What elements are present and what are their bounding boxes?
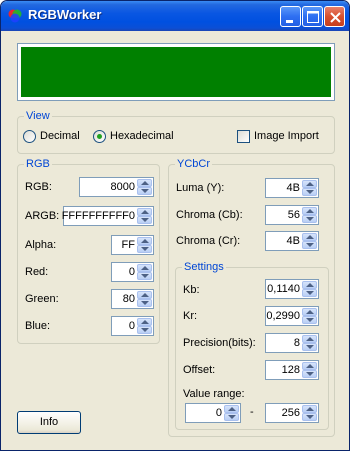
- rgb-label: RGB:: [25, 181, 52, 193]
- chroma-cb-up-arrow[interactable]: [302, 207, 317, 215]
- image-import-label[interactable]: Image Import: [254, 130, 319, 142]
- red-value: 0: [128, 266, 135, 278]
- chroma-cr-value: 4B: [286, 235, 300, 247]
- range-max-down-arrow[interactable]: [302, 413, 317, 421]
- view-group-label: View: [24, 110, 52, 122]
- kr-spinbox[interactable]: 0,2990: [265, 306, 319, 326]
- blue-up-arrow[interactable]: [137, 318, 152, 326]
- range-separator: -: [250, 406, 254, 418]
- precision-down-arrow[interactable]: [302, 343, 317, 351]
- blue-value: 0: [128, 320, 135, 332]
- value-range-label: Value range:: [183, 388, 245, 400]
- argb-spinbox[interactable]: FFFFFFFFFF0: [61, 206, 154, 226]
- chroma-cb-label: Chroma (Cb):: [176, 209, 243, 221]
- chroma-cr-label: Chroma (Cr):: [176, 235, 241, 247]
- decimal-radio-label[interactable]: Decimal: [40, 130, 80, 142]
- range-max-value: 256: [281, 407, 300, 419]
- red-spinbox[interactable]: 0: [111, 262, 154, 282]
- range-min-value: 0: [215, 407, 222, 419]
- maximize-button[interactable]: [302, 6, 323, 27]
- red-label: Red:: [25, 266, 49, 278]
- radio-selected-dot: [97, 134, 102, 139]
- close-button[interactable]: [324, 6, 345, 27]
- image-import-checkbox[interactable]: [237, 130, 250, 143]
- alpha-down-arrow[interactable]: [137, 245, 152, 253]
- kb-spinbox[interactable]: 0,1140: [265, 279, 319, 299]
- offset-spinbox[interactable]: 128: [265, 360, 319, 380]
- offset-up-arrow[interactable]: [302, 362, 317, 370]
- minimize-icon: [286, 20, 293, 23]
- kb-up-arrow[interactable]: [302, 281, 317, 289]
- alpha-spinbox[interactable]: FF: [111, 235, 154, 255]
- chroma-cb-value: 56: [287, 209, 300, 221]
- range-min-spinbox[interactable]: 0: [185, 403, 241, 423]
- window-title: RGBWorker: [28, 7, 102, 22]
- kr-up-arrow[interactable]: [302, 308, 317, 316]
- info-button[interactable]: Info: [17, 411, 81, 434]
- kr-value: 0,2990: [266, 310, 300, 322]
- kb-down-arrow[interactable]: [302, 289, 317, 297]
- chroma-cr-up-arrow[interactable]: [302, 233, 317, 241]
- alpha-up-arrow[interactable]: [137, 237, 152, 245]
- range-max-up-arrow[interactable]: [302, 405, 317, 413]
- offset-value: 128: [281, 364, 300, 376]
- luma-up-arrow[interactable]: [302, 180, 317, 188]
- argb-up-arrow[interactable]: [137, 208, 152, 216]
- argb-label: ARGB:: [25, 210, 60, 222]
- chroma-cb-spinbox[interactable]: 56: [265, 205, 319, 225]
- precision-spinbox[interactable]: 8: [265, 333, 319, 353]
- app-window: RGBWorker View Decimal Hexadecimal Image…: [0, 0, 350, 451]
- green-spinbox[interactable]: 80: [111, 289, 154, 309]
- kb-label: Kb:: [183, 284, 200, 296]
- color-preview: [17, 43, 335, 101]
- rgb-down-arrow[interactable]: [137, 187, 152, 195]
- rgb-value: 8000: [110, 181, 135, 193]
- chroma-cr-spinbox[interactable]: 4B: [265, 231, 319, 251]
- precision-up-arrow[interactable]: [302, 335, 317, 343]
- precision-label: Precision(bits):: [183, 337, 256, 349]
- maximize-icon: [307, 11, 319, 23]
- argb-value: FFFFFFFFFF0: [61, 210, 135, 222]
- offset-label: Offset:: [183, 364, 216, 376]
- argb-down-arrow[interactable]: [137, 216, 152, 224]
- luma-spinbox[interactable]: 4B: [265, 178, 319, 198]
- decimal-radio[interactable]: [23, 130, 36, 143]
- blue-label: Blue:: [25, 320, 51, 332]
- chroma-cr-down-arrow[interactable]: [302, 241, 317, 249]
- range-min-up-arrow[interactable]: [224, 405, 239, 413]
- kr-down-arrow[interactable]: [302, 316, 317, 324]
- green-label: Green:: [25, 293, 59, 305]
- title-bar[interactable]: RGBWorker: [1, 1, 349, 31]
- hexadecimal-radio[interactable]: [93, 130, 106, 143]
- alpha-label: Alpha:: [25, 239, 57, 251]
- green-down-arrow[interactable]: [137, 299, 152, 307]
- color-wheel-icon: [8, 9, 22, 23]
- hexadecimal-radio-label[interactable]: Hexadecimal: [110, 130, 174, 142]
- green-value: 80: [122, 293, 135, 305]
- rgb-group-label: RGB: [24, 158, 52, 170]
- ycbcr-group-label: YCbCr: [175, 158, 213, 170]
- rgb-up-arrow[interactable]: [137, 179, 152, 187]
- luma-value: 4B: [286, 182, 300, 194]
- kb-value: 0,1140: [267, 283, 300, 295]
- range-min-down-arrow[interactable]: [224, 413, 239, 421]
- luma-down-arrow[interactable]: [302, 188, 317, 196]
- minimize-button[interactable]: [280, 6, 301, 27]
- settings-group-label: Settings: [182, 261, 226, 273]
- precision-value: 8: [293, 337, 300, 349]
- chroma-cb-down-arrow[interactable]: [302, 215, 317, 223]
- luma-label: Luma (Y):: [176, 182, 225, 194]
- green-up-arrow[interactable]: [137, 291, 152, 299]
- blue-spinbox[interactable]: 0: [111, 316, 154, 336]
- offset-down-arrow[interactable]: [302, 370, 317, 378]
- blue-down-arrow[interactable]: [137, 326, 152, 334]
- range-max-spinbox[interactable]: 256: [265, 403, 319, 423]
- rgb-spinbox[interactable]: 8000: [79, 177, 154, 197]
- red-up-arrow[interactable]: [137, 264, 152, 272]
- red-down-arrow[interactable]: [137, 272, 152, 280]
- color-preview-fill: [21, 47, 331, 97]
- kr-label: Kr:: [183, 310, 198, 322]
- close-icon: [330, 12, 341, 23]
- alpha-value: FF: [121, 239, 135, 251]
